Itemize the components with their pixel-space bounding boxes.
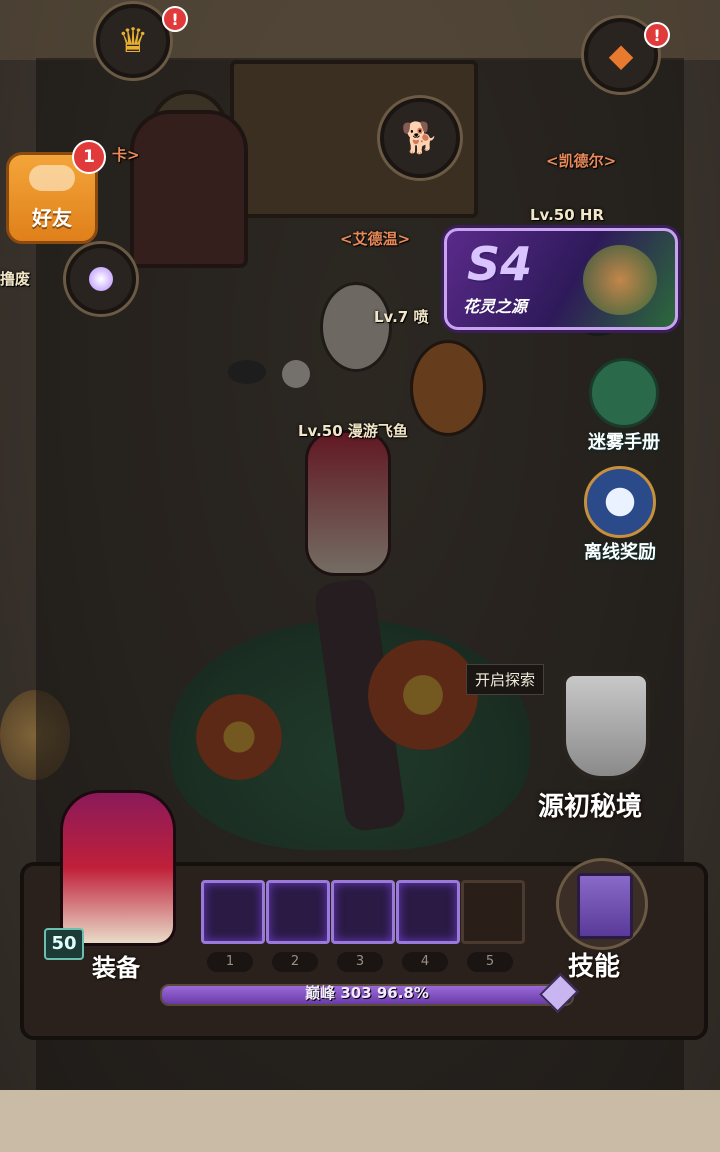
book-icon — [589, 358, 659, 428]
player-name-main: Lv.50 漫游飞鱼 — [298, 422, 408, 440]
npc-name-left2: 撸废 — [0, 270, 31, 288]
skill-label: 技能 — [568, 952, 621, 982]
event-title-text: 花灵之源 — [463, 297, 528, 316]
event-character-art — [583, 245, 657, 315]
bottom-world-strip — [0, 1090, 720, 1152]
diamond-icon: ◆ — [608, 36, 634, 74]
skill-slot-2[interactable] — [266, 880, 330, 944]
event-season-text: S4 — [467, 237, 533, 291]
diamond-alert-badge: ! — [644, 22, 670, 48]
spellbook-icon — [577, 873, 633, 939]
secret-realm-label: 源初秘境 — [538, 792, 643, 822]
npc-name-kaideer: <凯德尔> — [546, 152, 617, 170]
slot-number-5: 5 — [467, 952, 513, 972]
crown-menu-button[interactable]: ♛ — [96, 4, 170, 78]
explore-tooltip: 开启探索 — [466, 664, 545, 695]
glowing-orb-icon — [89, 267, 113, 291]
slot-number-2: 2 — [272, 952, 318, 972]
skill-book-button[interactable] — [556, 858, 648, 950]
npc-name-aiedewen: <艾德温> — [340, 230, 411, 248]
cloud-icon — [29, 165, 75, 191]
friends-label: 好友 — [32, 206, 72, 230]
skill-slot-5[interactable] — [461, 880, 525, 944]
equip-label: 装备 — [92, 954, 140, 982]
secret-realm-button[interactable] — [548, 652, 658, 782]
dog-icon: 🐕 — [401, 120, 439, 156]
npc-name-left: 卡> — [112, 146, 140, 164]
offline-reward-label: 离线奖励 — [584, 542, 656, 563]
crown-icon: ♛ — [117, 21, 149, 61]
peak-progress-text: 巅峰 303 96.8% — [305, 984, 429, 1002]
slot-number-1: 1 — [207, 952, 253, 972]
hero-portrait-art — [60, 790, 176, 946]
hero-level-badge: 50 — [44, 928, 84, 960]
skill-slot-4[interactable] — [396, 880, 460, 944]
friends-notification-badge: 1 — [72, 140, 106, 174]
fog-manual-label: 迷雾手册 — [588, 432, 660, 453]
moon-icon — [584, 466, 656, 538]
skill-slot-3[interactable] — [331, 880, 395, 944]
hero-portrait[interactable] — [40, 770, 190, 950]
pet-menu-button[interactable]: 🐕 — [380, 98, 460, 178]
demon-skull-icon — [562, 672, 650, 780]
skill-slot-1[interactable] — [201, 880, 265, 944]
slot-number-4: 4 — [402, 952, 448, 972]
orb-hand-button[interactable] — [66, 244, 136, 314]
fog-manual-button[interactable]: 迷雾手册 — [574, 358, 674, 454]
player-name-lv50-hr: Lv.50 HR — [530, 206, 605, 224]
crown-alert-badge: ! — [162, 6, 188, 32]
season-event-banner[interactable]: S4 花灵之源 — [444, 228, 678, 330]
player-name-lv7: Lv.7 喷 — [374, 308, 429, 326]
slot-number-3: 3 — [337, 952, 383, 972]
offline-reward-button[interactable]: 离线奖励 — [570, 466, 670, 564]
